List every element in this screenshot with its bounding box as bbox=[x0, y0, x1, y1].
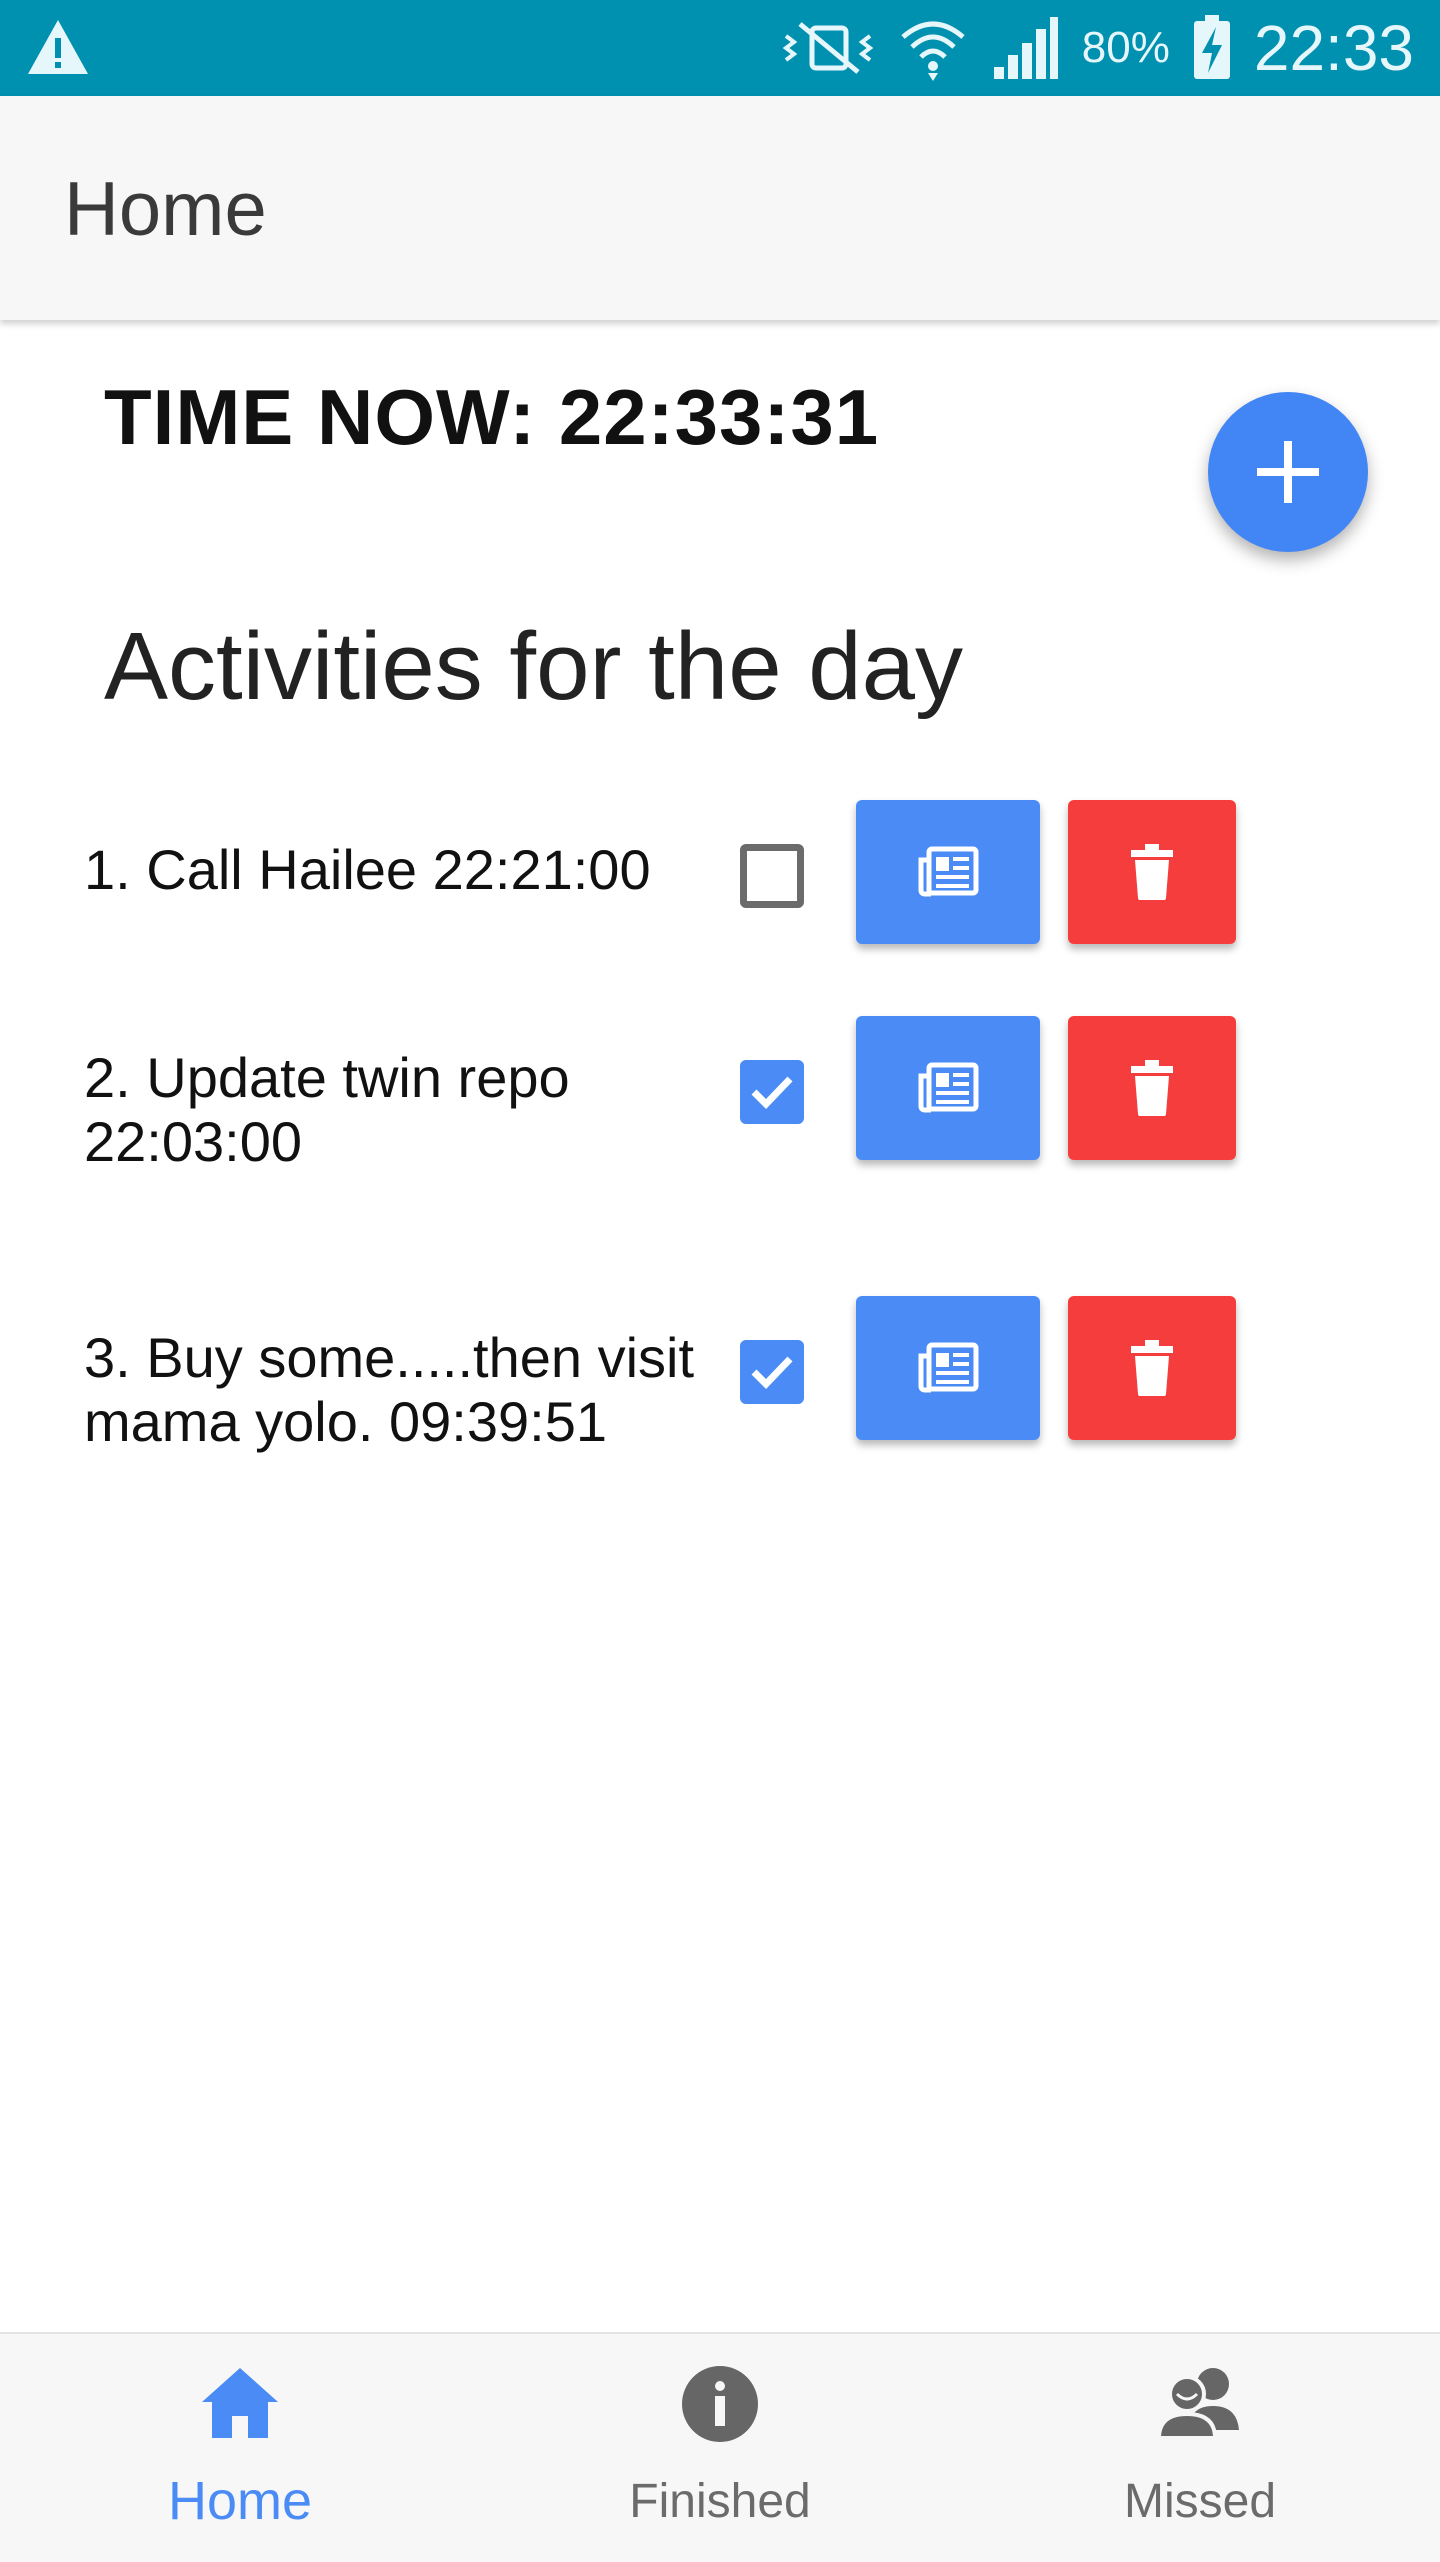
activity-checkbox[interactable] bbox=[740, 844, 804, 908]
list-item: 1. Call Hailee 22:21:00 bbox=[0, 800, 1440, 950]
news-icon bbox=[918, 846, 979, 897]
trash-icon bbox=[1131, 844, 1173, 900]
add-activity-button[interactable] bbox=[1208, 392, 1368, 552]
edit-button[interactable] bbox=[856, 1296, 1040, 1440]
time-now-label: TIME NOW: 22:33:31 bbox=[104, 373, 880, 461]
plus-icon bbox=[1257, 441, 1319, 503]
bottom-nav: Home Finished Missed bbox=[0, 2332, 1440, 2562]
news-icon bbox=[918, 1062, 979, 1113]
list-item: 3. Buy some.....then visit mama yolo. 09… bbox=[0, 1296, 1440, 1456]
tab-missed-label: Missed bbox=[1123, 2475, 1277, 2528]
edit-button[interactable] bbox=[856, 800, 1040, 944]
activity-checkbox[interactable] bbox=[740, 1340, 804, 1404]
signal-icon bbox=[993, 17, 1058, 79]
wifi-icon bbox=[901, 21, 965, 81]
activity-checkbox[interactable] bbox=[740, 1060, 804, 1124]
vibrate-mute-icon bbox=[782, 22, 874, 74]
app-bar: Home bbox=[0, 96, 1440, 320]
activity-text: 2. Update twin repo 22:03:00 bbox=[84, 1046, 570, 1173]
warning-icon bbox=[28, 20, 88, 74]
battery-charging-icon bbox=[1193, 15, 1230, 79]
edit-button[interactable] bbox=[856, 1016, 1040, 1160]
tab-finished-label: Finished bbox=[629, 2475, 811, 2528]
tab-home-label: Home bbox=[167, 2471, 313, 2531]
delete-button[interactable] bbox=[1068, 1016, 1236, 1160]
info-icon bbox=[682, 2366, 758, 2442]
trash-icon bbox=[1131, 1340, 1173, 1396]
people-icon bbox=[1156, 2368, 1239, 2440]
status-time: 22:33 bbox=[1253, 12, 1414, 84]
tab-missed[interactable]: Missed bbox=[960, 2334, 1440, 2562]
section-heading: Activities for the day bbox=[104, 613, 964, 720]
tab-finished[interactable]: Finished bbox=[480, 2334, 960, 2562]
list-item: 2. Update twin repo 22:03:00 bbox=[0, 1016, 1440, 1176]
delete-button[interactable] bbox=[1068, 800, 1236, 944]
home-icon bbox=[202, 2368, 278, 2438]
activity-text: 1. Call Hailee 22:21:00 bbox=[84, 838, 651, 901]
checkmark-icon bbox=[751, 1076, 793, 1110]
page-title: Home bbox=[64, 167, 267, 252]
tab-home[interactable]: Home bbox=[0, 2334, 480, 2562]
status-bar: 80% 22:33 bbox=[0, 0, 1440, 96]
trash-icon bbox=[1131, 1060, 1173, 1116]
battery-percent: 80% bbox=[1081, 23, 1170, 72]
news-icon bbox=[918, 1342, 979, 1393]
delete-button[interactable] bbox=[1068, 1296, 1236, 1440]
activity-text: 3. Buy some.....then visit mama yolo. 09… bbox=[84, 1326, 695, 1453]
checkmark-icon bbox=[751, 1356, 793, 1390]
